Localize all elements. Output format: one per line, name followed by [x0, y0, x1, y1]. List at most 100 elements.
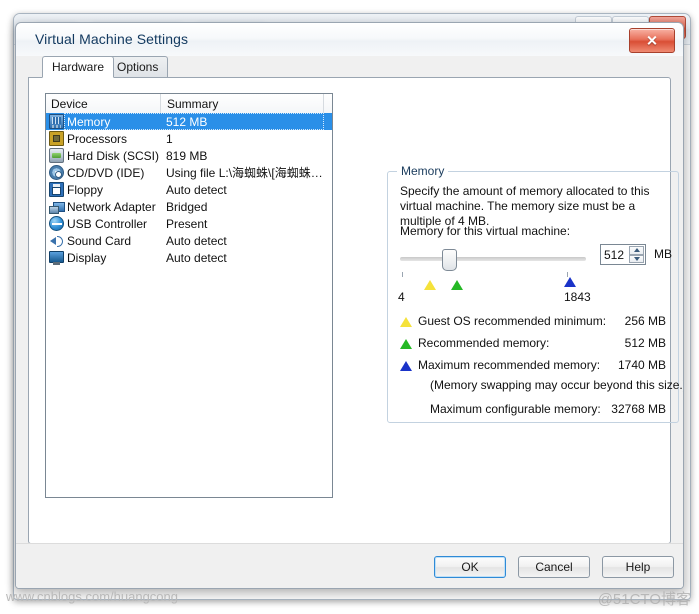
blue-triangle-icon — [400, 361, 412, 371]
legend-row-guest-minimum: Guest OS recommended minimum: 256 MB — [400, 312, 668, 334]
stepper-decrement-button[interactable] — [629, 254, 644, 263]
device-summary: Auto detect — [166, 233, 227, 248]
device-name: Hard Disk (SCSI) — [67, 148, 160, 163]
memory-icon — [49, 114, 64, 129]
maximum-recommended-marker-icon — [564, 277, 576, 287]
dialog-body: Hardware Options Device Summary Memory 5… — [16, 56, 683, 588]
stepper-buttons — [629, 246, 644, 263]
slider-track[interactable] — [400, 257, 586, 261]
cd-dvd-icon — [49, 165, 64, 180]
device-row-floppy[interactable]: Floppy Auto detect — [46, 181, 332, 198]
device-name: Floppy — [67, 182, 104, 197]
tab-hardware-label: Hardware — [52, 60, 105, 74]
device-row-memory[interactable]: Memory 512 MB — [46, 113, 332, 130]
device-summary: 819 MB — [166, 148, 208, 163]
hard-disk-icon — [49, 148, 64, 163]
dialog-titlebar[interactable]: Virtual Machine Settings ✕ — [16, 23, 683, 56]
device-summary: Using file L:\海蜘蛛\[海蜘蛛… — [166, 166, 323, 180]
hardware-tab-panel: Device Summary Memory 512 MB Processors — [28, 77, 683, 588]
device-row-cd-dvd[interactable]: CD/DVD (IDE) Using file L:\海蜘蛛\[海蜘蛛… — [46, 164, 332, 181]
floppy-icon — [49, 182, 64, 197]
device-list-rows: Memory 512 MB Processors 1 Hard Disk (SC… — [46, 113, 332, 497]
display-icon — [49, 250, 64, 265]
slider-scale-min: 4 — [398, 290, 405, 304]
slider-tick-min — [402, 272, 403, 277]
yellow-triangle-icon — [400, 317, 412, 327]
device-row-network-adapter[interactable]: Network Adapter Bridged — [46, 198, 332, 215]
cancel-button-label: Cancel — [535, 560, 573, 574]
device-name: Display — [67, 250, 107, 265]
chevron-down-icon — [633, 256, 640, 261]
dialog-title: Virtual Machine Settings — [35, 31, 189, 47]
memory-description: Specify the amount of memory allocated t… — [400, 184, 650, 228]
cancel-button[interactable]: Cancel — [518, 556, 590, 578]
virtual-machine-settings-dialog: Virtual Machine Settings ✕ Hardware Opti… — [15, 22, 684, 589]
device-list[interactable]: Device Summary Memory 512 MB Processors — [45, 93, 333, 498]
device-summary: Auto detect — [166, 250, 227, 265]
column-header-device[interactable]: Device — [46, 94, 161, 113]
memory-group-box: Memory Specify the amount of memory allo… — [387, 164, 683, 423]
guest-minimum-marker-icon — [424, 280, 436, 290]
legend-value: 512 MB — [624, 336, 666, 350]
memory-unit-label: MB — [654, 247, 672, 261]
device-row-hard-disk[interactable]: Hard Disk (SCSI) 819 MB — [46, 147, 332, 164]
legend-row-max-configurable: Maximum configurable memory: 32768 MB — [400, 400, 668, 418]
memory-group-title: Memory — [397, 164, 449, 178]
dialog-close-button[interactable]: ✕ — [629, 28, 675, 53]
network-adapter-icon — [49, 199, 65, 214]
memory-legend: Guest OS recommended minimum: 256 MB Rec… — [400, 312, 683, 416]
memory-slider[interactable] — [400, 248, 586, 277]
legend-row-maximum-recommended: Maximum recommended memory: 1740 MB — [400, 356, 668, 378]
device-row-display[interactable]: Display Auto detect — [46, 249, 332, 266]
sound-card-icon — [49, 233, 64, 248]
device-name: Sound Card — [67, 233, 132, 248]
device-summary: 1 — [166, 131, 173, 146]
stepper-increment-button[interactable] — [629, 246, 644, 255]
usb-controller-icon — [49, 216, 64, 231]
legend-value: 256 MB — [624, 314, 666, 328]
chevron-up-icon — [633, 248, 640, 253]
tab-options-label: Options — [117, 60, 159, 74]
legend-label: Guest OS recommended minimum: — [418, 314, 607, 328]
screen: ✕ Virtual Machine Settings ✕ Hardware Op… — [0, 0, 699, 614]
tab-options[interactable]: Options — [107, 56, 169, 78]
legend-value: 1740 MB — [617, 358, 666, 372]
legend-label: Maximum configurable memory: — [430, 402, 601, 416]
tabstrip: Hardware Options — [28, 56, 671, 78]
memory-value-stepper[interactable]: 512 — [600, 244, 646, 265]
legend-value: 32768 MB — [611, 402, 666, 416]
help-button-label: Help — [625, 560, 651, 574]
device-name: CD/DVD (IDE) — [67, 165, 145, 180]
ok-button[interactable]: OK — [434, 556, 506, 578]
processor-icon — [49, 131, 64, 146]
device-name: Processors — [67, 131, 128, 146]
device-summary: Auto detect — [166, 182, 227, 197]
ok-button-label: OK — [461, 560, 479, 574]
device-name: Network Adapter — [67, 199, 156, 214]
dialog-button-bar: OK Cancel Help — [16, 543, 683, 588]
device-name: USB Controller — [67, 216, 148, 231]
column-header-blank[interactable] — [324, 94, 333, 113]
device-name: Memory — [67, 114, 111, 129]
green-triangle-icon — [400, 339, 412, 349]
device-summary: Present — [166, 216, 208, 231]
slider-thumb[interactable] — [442, 249, 457, 271]
slider-scale-max: 1843 — [564, 290, 591, 304]
device-row-usb-controller[interactable]: USB Controller Present — [46, 215, 332, 232]
memory-slider-label: Memory for this virtual machine: — [400, 224, 571, 238]
column-header-summary[interactable]: Summary — [161, 94, 324, 113]
device-summary: 512 MB — [166, 114, 208, 129]
device-summary: Bridged — [166, 199, 208, 214]
device-list-header: Device Summary — [46, 94, 332, 114]
recommended-marker-icon — [451, 280, 463, 290]
legend-label: Recommended memory: — [418, 336, 550, 350]
device-row-processors[interactable]: Processors 1 — [46, 130, 332, 147]
device-row-sound-card[interactable]: Sound Card Auto detect — [46, 232, 332, 249]
tab-hardware[interactable]: Hardware — [42, 56, 115, 78]
legend-label: Maximum recommended memory: — [418, 358, 601, 372]
help-button[interactable]: Help — [602, 556, 674, 578]
memory-swap-note: (Memory swapping may occur beyond this s… — [430, 378, 684, 392]
memory-value-input[interactable]: 512 — [601, 245, 628, 264]
legend-row-recommended: Recommended memory: 512 MB — [400, 334, 668, 356]
close-icon: ✕ — [646, 32, 658, 49]
